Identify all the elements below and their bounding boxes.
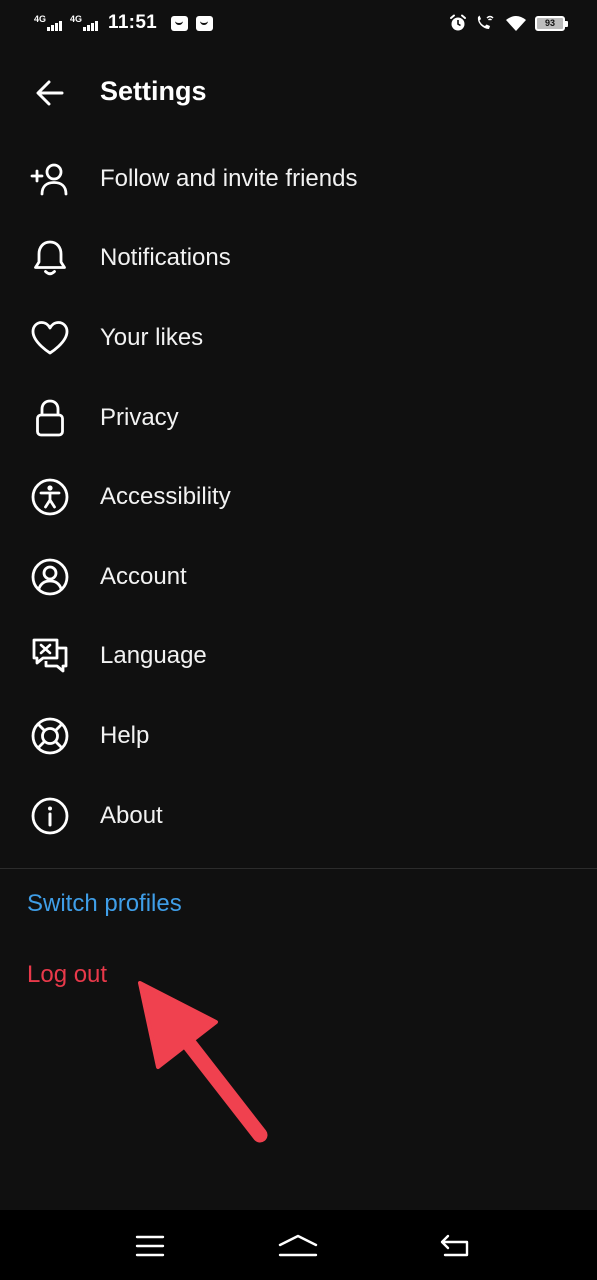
- menu-item-label: Account: [100, 562, 187, 590]
- lifebuoy-icon: [26, 712, 74, 760]
- menu-item-label: Language: [100, 642, 207, 670]
- annotation-arrow: [138, 981, 268, 1143]
- switch-profiles-link[interactable]: Switch profiles: [27, 890, 182, 918]
- menu-item-label: Help: [100, 721, 150, 749]
- notification-icon: [196, 15, 214, 31]
- menu-item-about[interactable]: About: [0, 776, 597, 856]
- menu-icon: [135, 1235, 165, 1257]
- back-icon: [440, 1234, 469, 1257]
- menu-item-language[interactable]: Language: [0, 617, 597, 697]
- heart-icon: [26, 314, 74, 362]
- signal-icon: 4G: [34, 14, 62, 32]
- navigation-bar: [0, 1210, 597, 1280]
- info-icon: [26, 792, 74, 840]
- back-button[interactable]: [22, 70, 78, 116]
- menu-item-follow-invite[interactable]: Follow and invite friends: [0, 139, 597, 219]
- signal-icon: 4G: [70, 14, 98, 32]
- divider: [0, 868, 597, 869]
- status-bar-left: 4G 4G 11:51: [34, 12, 214, 34]
- menu-item-account[interactable]: Account: [0, 537, 597, 617]
- battery-level: 93: [544, 18, 555, 28]
- status-bar-right: 93: [449, 14, 568, 32]
- wifi-calling-icon: [477, 15, 494, 29]
- notification-icon: [171, 15, 189, 31]
- lock-icon: [26, 394, 74, 442]
- settings-menu: Follow and invite friends Notifications …: [0, 139, 597, 855]
- add-person-icon: [26, 155, 74, 203]
- recent-apps-button[interactable]: [120, 1224, 180, 1268]
- alarm-icon: [450, 14, 466, 31]
- menu-item-accessibility[interactable]: Accessibility: [0, 457, 597, 537]
- menu-item-label: Notifications: [100, 244, 231, 272]
- menu-item-help[interactable]: Help: [0, 696, 597, 776]
- menu-item-your-likes[interactable]: Your likes: [0, 298, 597, 378]
- menu-item-label: About: [100, 801, 163, 829]
- back-nav-button[interactable]: [425, 1224, 485, 1268]
- menu-item-label: Your likes: [100, 323, 204, 351]
- header: Settings: [0, 58, 597, 128]
- battery-icon: 93: [535, 15, 568, 31]
- language-icon: [26, 632, 74, 680]
- home-button[interactable]: [268, 1224, 328, 1268]
- wifi-icon: [506, 15, 526, 31]
- account-icon: [26, 553, 74, 601]
- menu-item-privacy[interactable]: Privacy: [0, 378, 597, 458]
- status-time: 11:51: [108, 12, 158, 33]
- page-title: Settings: [100, 76, 207, 106]
- menu-item-label: Accessibility: [100, 483, 231, 511]
- status-bar: 4G 4G 11:51 93: [0, 0, 597, 46]
- menu-item-label: Follow and invite friends: [100, 164, 358, 192]
- home-icon: [278, 1234, 318, 1257]
- accessibility-icon: [26, 473, 74, 521]
- bell-icon: [26, 234, 74, 282]
- menu-item-label: Privacy: [100, 403, 179, 431]
- log-out-link[interactable]: Log out: [27, 961, 107, 989]
- arrow-left-icon: [36, 80, 64, 106]
- menu-item-notifications[interactable]: Notifications: [0, 219, 597, 299]
